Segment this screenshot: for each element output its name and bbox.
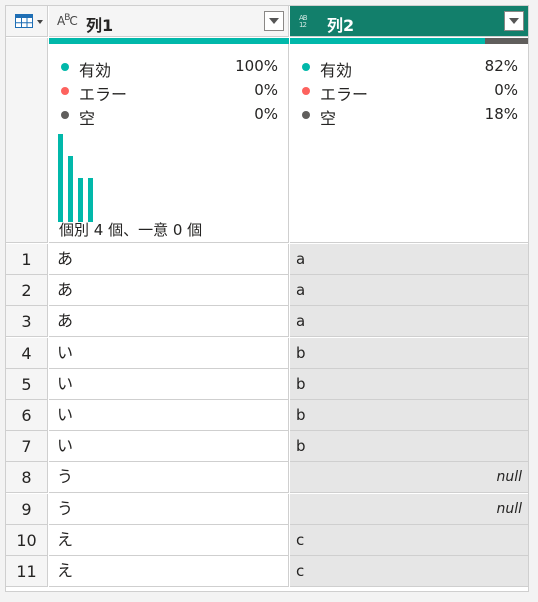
column-filter-dropdown[interactable]	[264, 11, 284, 31]
cell-col2[interactable]: b	[290, 368, 528, 400]
empty-stat: 空 0%	[55, 103, 278, 128]
table-icon	[15, 14, 33, 28]
cell-col1[interactable]: い	[49, 337, 289, 369]
error-percent: 0%	[254, 81, 278, 99]
chevron-down-icon	[37, 20, 43, 24]
cell-col2[interactable]: c	[290, 524, 528, 556]
cell-col1[interactable]: う	[49, 493, 289, 525]
table-row: 5いb	[6, 368, 528, 400]
valid-stat: 有効 82%	[296, 55, 518, 80]
histogram-bar[interactable]	[58, 134, 63, 222]
cell-col2[interactable]: a	[290, 244, 528, 275]
data-grid: ABC 列1 AB 12 列2 有効 100% エラー 0% 空 0% 個別 4…	[5, 5, 529, 592]
cell-col2[interactable]: b	[290, 400, 528, 431]
distinct-count: 個別 4 個、一意 0 個	[59, 221, 203, 239]
empty-dot-icon	[61, 111, 69, 119]
row-number[interactable]: 3	[6, 306, 48, 338]
quality-bar-valid	[290, 38, 486, 44]
cell-col2[interactable]: b	[290, 337, 528, 369]
cell-col2[interactable]: a	[290, 275, 528, 307]
row-number[interactable]: 6	[6, 400, 48, 431]
row-number[interactable]: 7	[6, 431, 48, 463]
cell-col1[interactable]: あ	[49, 306, 289, 338]
row-number[interactable]: 10	[6, 524, 48, 556]
any-type-icon[interactable]: AB 12	[298, 12, 314, 32]
row-number[interactable]: 9	[6, 493, 48, 525]
row-number[interactable]: 8	[6, 462, 48, 494]
error-stat: エラー 0%	[55, 79, 278, 104]
cell-col2[interactable]: a	[290, 306, 528, 338]
empty-label: 空	[79, 109, 96, 128]
empty-dot-icon	[302, 111, 310, 119]
empty-percent: 18%	[484, 105, 518, 123]
column-profile-col1: 有効 100% エラー 0% 空 0% 個別 4 個、一意 0 個	[49, 38, 289, 243]
cell-col1[interactable]: い	[49, 431, 289, 463]
row-number[interactable]: 5	[6, 368, 48, 400]
error-percent: 0%	[494, 81, 518, 99]
table-row: 7いb	[6, 431, 528, 463]
abc-text-type-icon[interactable]: ABC	[57, 13, 78, 28]
error-label: エラー	[320, 85, 369, 104]
row-number[interactable]: 1	[6, 244, 48, 275]
column-name: 列2	[327, 16, 355, 35]
histogram-bar[interactable]	[78, 178, 83, 222]
valid-percent: 82%	[484, 57, 518, 75]
histogram-bar[interactable]	[88, 178, 93, 222]
table-row: 3あa	[6, 306, 528, 338]
column-name: 列1	[86, 16, 114, 35]
valid-dot-icon	[302, 63, 310, 71]
cell-col1[interactable]: い	[49, 368, 289, 400]
table-row: 2あa	[6, 275, 528, 307]
cell-col1[interactable]: え	[49, 556, 289, 587]
value-distribution-histogram[interactable]	[58, 132, 118, 222]
cell-col2[interactable]: null	[290, 493, 528, 525]
cell-col1[interactable]: あ	[49, 244, 289, 275]
valid-stat: 有効 100%	[55, 55, 278, 80]
cell-col2[interactable]: null	[290, 462, 528, 494]
profile-corner	[6, 38, 48, 243]
column-filter-dropdown[interactable]	[504, 11, 524, 31]
row-number[interactable]: 2	[6, 275, 48, 307]
table-row: 1あa	[6, 244, 528, 275]
empty-stat: 空 18%	[296, 103, 518, 128]
cell-col1[interactable]: い	[49, 400, 289, 431]
table-menu-button[interactable]	[6, 6, 48, 37]
empty-percent: 0%	[254, 105, 278, 123]
error-dot-icon	[61, 87, 69, 95]
error-dot-icon	[302, 87, 310, 95]
svg-text:12: 12	[299, 21, 306, 28]
table-row: 9 う null	[6, 493, 528, 525]
error-label: エラー	[79, 85, 128, 104]
table-row: 4いb	[6, 337, 528, 369]
column-profile-col2: 有効 82% エラー 0% 空 18%	[290, 38, 528, 243]
error-stat: エラー 0%	[296, 79, 518, 104]
table-row: 11 え c	[6, 556, 528, 587]
empty-label: 空	[320, 109, 337, 128]
cell-col1[interactable]: え	[49, 524, 289, 556]
valid-percent: 100%	[235, 57, 278, 75]
table-row: 8 う null	[6, 462, 528, 494]
valid-label: 有効	[79, 61, 112, 80]
table-row: 10 え c	[6, 524, 528, 556]
valid-label: 有効	[320, 61, 353, 80]
row-number[interactable]: 11	[6, 556, 48, 587]
table-row: 6いb	[6, 400, 528, 431]
quality-bar-valid	[49, 38, 289, 44]
column-header-col1[interactable]: ABC 列1	[49, 6, 289, 37]
cell-col1[interactable]: あ	[49, 275, 289, 307]
histogram-bar[interactable]	[68, 156, 73, 222]
column-header-col2[interactable]: AB 12 列2	[290, 6, 528, 37]
cell-col1[interactable]: う	[49, 462, 289, 494]
quality-bar-empty	[485, 38, 528, 44]
valid-dot-icon	[61, 63, 69, 71]
row-number[interactable]: 4	[6, 337, 48, 369]
cell-col2[interactable]: b	[290, 431, 528, 463]
cell-col2[interactable]: c	[290, 556, 528, 587]
